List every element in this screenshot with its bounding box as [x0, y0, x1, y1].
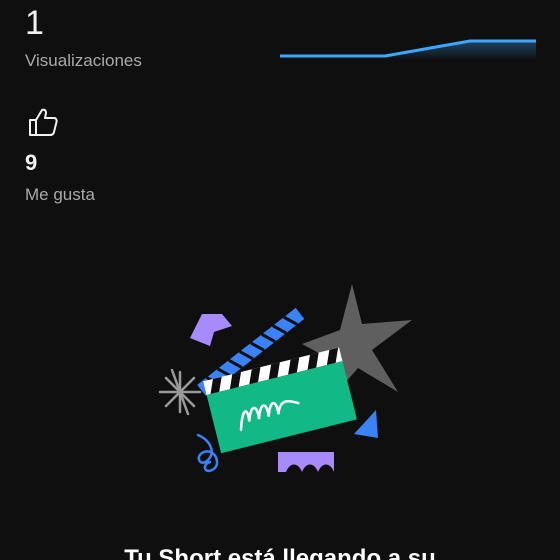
thumb-up-icon [29, 108, 58, 136]
blue-squiggle-shape [196, 433, 219, 473]
burst-shape [158, 368, 202, 416]
views-trend-sparkline [280, 39, 536, 58]
clapperboard-illustration [158, 284, 412, 473]
views-label: Visualizaciones [25, 51, 142, 70]
purple-block-shape [190, 314, 232, 346]
short-analytics-screen: 1 Visualizaciones 9 Me gusta Tu Short es… [0, 0, 560, 560]
likes-count: 9 [25, 150, 38, 175]
empty-state-title: Tu Short está llegando a su [124, 545, 436, 560]
blue-triangle-shape [354, 410, 378, 438]
views-count: 1 [25, 4, 44, 42]
purple-arch-shape [278, 452, 334, 472]
likes-label: Me gusta [25, 185, 95, 204]
